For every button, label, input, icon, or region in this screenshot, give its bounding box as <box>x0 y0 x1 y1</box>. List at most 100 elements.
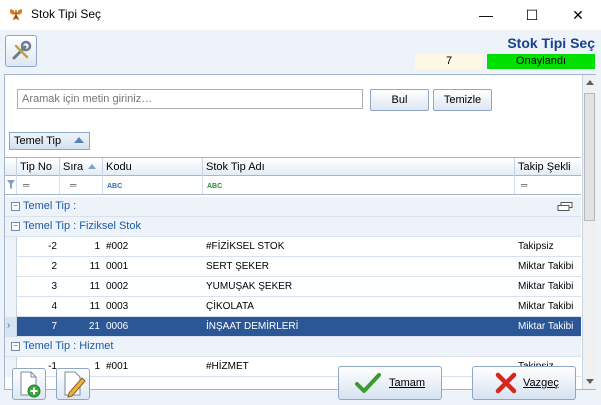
column-header-kodu[interactable]: Kodu <box>103 158 203 176</box>
checkmark-icon <box>355 373 381 393</box>
cell-tip-no: 7 <box>51 321 57 332</box>
cell-kodu: 0001 <box>106 261 129 272</box>
table-row-selected[interactable]: › 7 21 0006 İNŞAAT DEMİRLERİ Miktar Taki… <box>5 317 581 337</box>
row-indicator[interactable] <box>5 257 17 277</box>
minimize-icon: — <box>479 7 493 23</box>
column-header-tip-no[interactable]: Tip No <box>17 158 60 176</box>
group-by-label: Temel Tip <box>14 135 62 147</box>
text-filter-icon: ABC <box>207 183 223 190</box>
cancel-x-icon <box>495 372 517 394</box>
sort-asc-icon <box>74 137 84 143</box>
scrollbar-thumb[interactable] <box>584 93 595 221</box>
row-indicator[interactable] <box>5 297 17 317</box>
cell-takip-sekli: Takipsiz <box>518 241 554 252</box>
maximize-button[interactable]: ☐ <box>509 0 555 30</box>
cell-takip-sekli: Miktar Takibi <box>518 301 574 312</box>
filter-row: ═ ═ ABC ABC ═ <box>5 176 581 195</box>
cell-stok-tip-adi: YUMUŞAK ŞEKER <box>206 281 293 292</box>
current-row-chevron-icon: › <box>7 320 11 331</box>
new-document-icon <box>20 371 41 398</box>
sort-asc-icon <box>88 164 96 169</box>
filter-sira[interactable]: ═ <box>60 176 103 194</box>
add-new-button[interactable] <box>12 368 46 400</box>
filter-stok-tip-adi[interactable]: ABC <box>203 176 515 194</box>
data-grid: Tip No Sıra Kodu Stok Tip Adı Takip Şekl… <box>5 157 581 389</box>
row-indicator[interactable] <box>5 277 17 297</box>
cancel-button-label: Vazgeç <box>523 377 559 389</box>
ok-button-label: Tamam <box>389 377 426 389</box>
cell-kodu: #001 <box>106 361 129 372</box>
title-bar: Stok Tipi Seç — ☐ ✕ <box>0 0 601 30</box>
find-button[interactable]: Bul <box>370 89 429 111</box>
cell-takip-sekli: Miktar Takibi <box>518 261 574 272</box>
filter-funnel-icon <box>5 176 17 194</box>
dialog-body: Stok Tipi Seç 7 Onaylandı Bul Temizle Te… <box>0 30 601 405</box>
search-input[interactable] <box>17 89 363 109</box>
cards-icon <box>557 202 573 211</box>
edit-button[interactable] <box>56 368 90 400</box>
butterfly-icon <box>9 9 23 20</box>
window-title: Stok Tipi Seç <box>31 7 102 21</box>
cell-stok-tip-adi: ÇİKOLATA <box>206 301 254 312</box>
record-count: 7 <box>415 54 483 69</box>
cell-tip-no: 2 <box>51 261 57 272</box>
tools-button[interactable] <box>5 35 37 67</box>
row-indicator[interactable] <box>5 237 17 257</box>
row-indicator[interactable]: › <box>5 317 17 337</box>
cell-sira: 11 <box>89 301 100 312</box>
table-row[interactable]: 4 11 0003 ÇİKOLATA Miktar Takibi <box>5 297 581 317</box>
cell-tip-no: 4 <box>51 301 57 312</box>
group-row[interactable]: − Temel Tip : Hizmet <box>5 337 581 357</box>
status-badge: Onaylandı <box>487 54 595 69</box>
cell-takip-sekli: Miktar Takibi <box>518 281 574 292</box>
group-label: Temel Tip : <box>23 200 77 212</box>
group-row[interactable]: − Temel Tip : <box>5 197 581 217</box>
clear-button[interactable]: Temizle <box>433 89 492 111</box>
column-header-stok-tip-adi[interactable]: Stok Tip Adı <box>203 158 515 176</box>
group-by-chip[interactable]: Temel Tip <box>9 132 90 150</box>
filter-takip-sekli[interactable]: ═ <box>515 176 581 194</box>
filter-kodu[interactable]: ABC <box>103 176 203 194</box>
cell-tip-no: 3 <box>51 281 57 292</box>
close-button[interactable]: ✕ <box>555 0 601 30</box>
cell-stok-tip-adi: SERT ŞEKER <box>206 261 269 272</box>
table-row[interactable]: -2 1 #002 #FİZİKSEL STOK Takipsiz <box>5 237 581 257</box>
collapse-icon[interactable]: − <box>11 222 20 231</box>
column-header-takip-sekli[interactable]: Takip Şekli <box>515 158 581 176</box>
cell-sira: 11 <box>89 281 100 292</box>
collapse-icon[interactable]: − <box>11 202 20 211</box>
ok-button[interactable]: Tamam <box>338 366 442 400</box>
page-title: Stok Tipi Seç <box>507 35 595 51</box>
column-header-sira-label: Sıra <box>63 161 84 173</box>
table-row[interactable]: 3 11 0002 YUMUŞAK ŞEKER Miktar Takibi <box>5 277 581 297</box>
grid-header: Tip No Sıra Kodu Stok Tip Adı Takip Şekl… <box>5 157 581 176</box>
filter-tip-no[interactable]: ═ <box>17 176 60 194</box>
cell-sira: 11 <box>89 261 100 272</box>
cancel-button[interactable]: Vazgeç <box>472 366 576 400</box>
cell-kodu: 0003 <box>106 301 129 312</box>
table-row[interactable]: 2 11 0001 SERT ŞEKER Miktar Takibi <box>5 257 581 277</box>
text-filter-icon: ABC <box>107 183 123 190</box>
main-panel: Bul Temizle Temel Tip Tip No Sıra Kodu S… <box>4 74 596 390</box>
group-label: Temel Tip : Hizmet <box>23 340 114 352</box>
cell-kodu: 0002 <box>106 281 129 292</box>
maximize-icon: ☐ <box>525 6 539 23</box>
scroll-up-icon[interactable] <box>586 80 594 85</box>
minimize-button[interactable]: — <box>463 0 509 30</box>
cell-stok-tip-adi: #FİZİKSEL STOK <box>206 241 285 252</box>
cell-sira: 1 <box>94 241 100 252</box>
vertical-scrollbar[interactable] <box>582 75 596 389</box>
cell-kodu: 0006 <box>106 321 129 332</box>
close-icon: ✕ <box>572 6 584 23</box>
header-indicator-cell <box>5 158 17 176</box>
group-row[interactable]: − Temel Tip : Fiziksel Stok <box>5 217 581 237</box>
cell-tip-no: -2 <box>48 241 57 252</box>
cell-sira: 21 <box>88 321 100 332</box>
cell-takip-sekli: Miktar Takibi <box>518 321 574 332</box>
cell-stok-tip-adi: İNŞAAT DEMİRLERİ <box>206 321 299 332</box>
scroll-down-icon[interactable] <box>586 379 594 384</box>
group-label: Temel Tip : Fiziksel Stok <box>23 220 141 232</box>
column-header-sira[interactable]: Sıra <box>60 158 103 176</box>
collapse-icon[interactable]: − <box>11 342 20 351</box>
wrench-screwdriver-icon <box>12 40 32 60</box>
